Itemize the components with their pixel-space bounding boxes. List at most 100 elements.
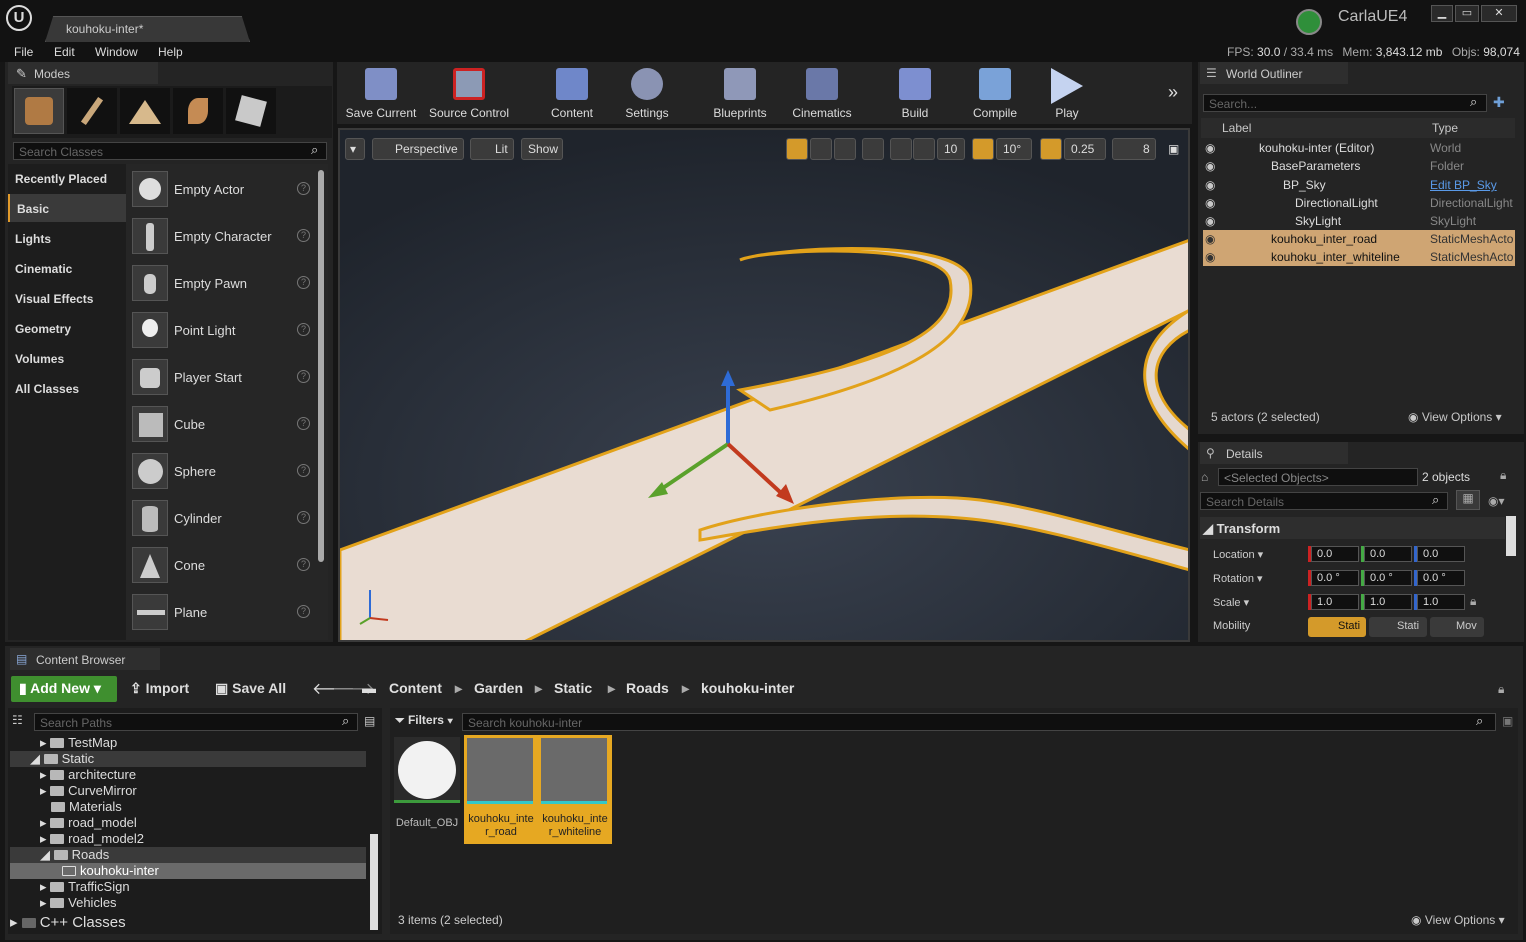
save-all-button[interactable]: ▣ Save All	[215, 680, 286, 697]
build-button[interactable]: Build	[888, 62, 942, 124]
outliner-row-baseparameters[interactable]: ◉ BaseParameters Folder	[1203, 157, 1515, 175]
paint-mode-icon[interactable]	[67, 88, 117, 134]
class-item-player-start[interactable]: Player Start?	[131, 358, 321, 402]
location-x-input[interactable]: 0.0	[1311, 546, 1359, 562]
level-viewport[interactable]	[338, 128, 1190, 642]
menu-window[interactable]: Window	[95, 45, 138, 59]
class-item-cone[interactable]: Cone?	[131, 546, 321, 590]
camera-speed-value[interactable]: 8	[1112, 138, 1156, 160]
content-button[interactable]: Content	[540, 62, 604, 124]
mobility-movable-button[interactable]: Mov	[1430, 617, 1484, 637]
asset-kouhoku-inter-road[interactable]: kouhoku_inter_road	[467, 738, 535, 842]
class-item-empty-actor[interactable]: Empty Actor?	[131, 170, 321, 214]
search-classes-input[interactable]: Search Classes	[13, 142, 327, 160]
tree-item-materials[interactable]: Materials	[10, 799, 366, 815]
location-dropdown[interactable]: Location ▾	[1213, 548, 1263, 561]
blueprints-button[interactable]: Blueprints	[706, 62, 774, 124]
class-item-empty-pawn[interactable]: Empty Pawn?	[131, 264, 321, 308]
grid-size-value[interactable]: 10	[937, 138, 965, 160]
save-current-button[interactable]: Save Current	[342, 62, 420, 124]
lock-icon[interactable]: 🔒︎	[1500, 468, 1506, 483]
help-icon[interactable]: ?	[297, 182, 310, 195]
tree-item-roads[interactable]: ◢ Roads	[10, 847, 366, 863]
toolbar-overflow-icon[interactable]: »	[1168, 82, 1178, 103]
category-all-classes[interactable]: All Classes	[8, 374, 126, 402]
property-matrix-icon[interactable]: ▦	[1456, 490, 1480, 510]
details-scrollbar[interactable]	[1506, 516, 1516, 556]
breadcrumb-kouhoku-inter[interactable]: kouhoku-inter	[701, 680, 794, 696]
lit-button[interactable]: Lit	[470, 138, 514, 160]
path-tree-scrollbar[interactable]	[370, 834, 378, 930]
scale-tool-icon[interactable]	[834, 138, 856, 160]
help-icon[interactable]: ?	[297, 417, 310, 430]
tree-item-kouhoku-inter[interactable]: kouhoku-inter	[10, 863, 366, 879]
filters-button[interactable]: ⏷ Filters ▾	[395, 713, 457, 731]
eye-icon[interactable]: ◉▾	[1488, 494, 1505, 508]
asset-default-obj[interactable]: Default_OBJ	[394, 737, 460, 835]
breadcrumb-garden[interactable]: Garden	[474, 680, 523, 696]
tree-item-road-model2[interactable]: ▸ road_model2	[10, 831, 366, 847]
rotation-y-input[interactable]: 0.0 °	[1364, 570, 1412, 586]
tree-item-architecture[interactable]: ▸ architecture	[10, 767, 366, 783]
category-recently-placed[interactable]: Recently Placed	[8, 164, 126, 192]
class-item-cylinder[interactable]: Cylinder?	[131, 499, 321, 543]
rotation-dropdown[interactable]: Rotation ▾	[1213, 572, 1263, 585]
rotation-snap-icon[interactable]	[972, 138, 994, 160]
help-icon[interactable]: ?	[297, 370, 310, 383]
class-item-point-light[interactable]: Point Light?	[131, 311, 321, 355]
class-item-cube[interactable]: Cube?	[131, 405, 321, 449]
outliner-row-directionallight[interactable]: ◉ DirectionalLight DirectionalLight	[1203, 194, 1515, 212]
class-item-sphere[interactable]: Sphere?	[131, 452, 321, 496]
edit-bp-sky-link[interactable]: Edit BP_Sky	[1430, 178, 1497, 192]
outliner-row-skylight[interactable]: ◉ SkyLight SkyLight	[1203, 212, 1515, 230]
outliner-row-road[interactable]: ◉ kouhoku_inter_road StaticMeshActor	[1203, 230, 1515, 248]
eye-icon[interactable]: ◉	[1205, 250, 1215, 264]
menu-help[interactable]: Help	[158, 45, 183, 59]
eye-icon[interactable]: ◉	[1205, 196, 1215, 210]
help-icon[interactable]: ?	[297, 464, 310, 477]
rotation-snap-value[interactable]: 10°	[996, 138, 1032, 160]
tree-item-vehicles[interactable]: ▸ Vehicles	[10, 895, 366, 911]
tree-item-cpp-classes[interactable]: ▸ C++ Classes	[10, 913, 366, 931]
add-new-button[interactable]: ▮ Add New ▾	[11, 676, 117, 702]
help-icon[interactable]: ?	[297, 323, 310, 336]
add-folder-icon[interactable]: ✚	[1493, 94, 1505, 111]
category-volumes[interactable]: Volumes	[8, 344, 126, 372]
content-browser-tab[interactable]: Content Browser	[10, 648, 160, 670]
help-icon[interactable]: ?	[297, 605, 310, 618]
menu-edit[interactable]: Edit	[54, 45, 75, 59]
tree-item-trafficsign[interactable]: ▸ TrafficSign	[10, 879, 366, 895]
mobility-stationary-button[interactable]: Stati	[1369, 617, 1427, 637]
eye-icon[interactable]: ◉	[1205, 141, 1215, 155]
asset-kouhoku-inter-whiteline[interactable]: kouhoku_inter_whiteline	[541, 738, 609, 842]
place-mode-icon[interactable]	[14, 88, 64, 134]
tree-item-road-model[interactable]: ▸ road_model	[10, 815, 366, 831]
close-button[interactable]: ✕	[1481, 5, 1517, 22]
eye-icon[interactable]: ◉	[1205, 232, 1215, 246]
rotation-x-input[interactable]: 0.0 °	[1311, 570, 1359, 586]
outliner-search-input[interactable]: Search...	[1203, 94, 1487, 112]
category-geometry[interactable]: Geometry	[8, 314, 126, 342]
transform-header[interactable]: ◢ Transform	[1203, 521, 1280, 537]
scale-y-input[interactable]: 1.0	[1364, 594, 1412, 610]
landscape-mode-icon[interactable]	[120, 88, 170, 134]
source-control-button[interactable]: Source Control	[424, 62, 514, 124]
help-icon[interactable]: ?	[297, 558, 310, 571]
outliner-row-world[interactable]: ◉ kouhoku-inter (Editor) World	[1203, 139, 1515, 157]
save-search-icon[interactable]: ▣	[1502, 714, 1513, 728]
outliner-row-whiteline[interactable]: ◉ kouhoku_inter_whiteline StaticMeshActor	[1203, 248, 1515, 266]
location-z-input[interactable]: 0.0	[1417, 546, 1465, 562]
settings-button[interactable]: Settings	[614, 62, 680, 124]
column-label[interactable]: Label	[1222, 121, 1251, 135]
category-lights[interactable]: Lights	[8, 224, 126, 252]
world-local-icon[interactable]	[862, 138, 884, 160]
tree-item-curvemirror[interactable]: ▸ CurveMirror	[10, 783, 366, 799]
viewport-options-button[interactable]: ▾	[345, 138, 365, 160]
breadcrumb-content[interactable]: Content	[389, 680, 442, 696]
scale-x-input[interactable]: 1.0	[1311, 594, 1359, 610]
eye-icon[interactable]: ◉	[1205, 214, 1215, 228]
minimize-button[interactable]: ▁	[1431, 5, 1453, 22]
surface-snap-icon[interactable]	[890, 138, 912, 160]
scale-lock-icon[interactable]: 🔒︎	[1470, 594, 1476, 609]
tree-item-static[interactable]: ◢ Static	[10, 751, 366, 767]
